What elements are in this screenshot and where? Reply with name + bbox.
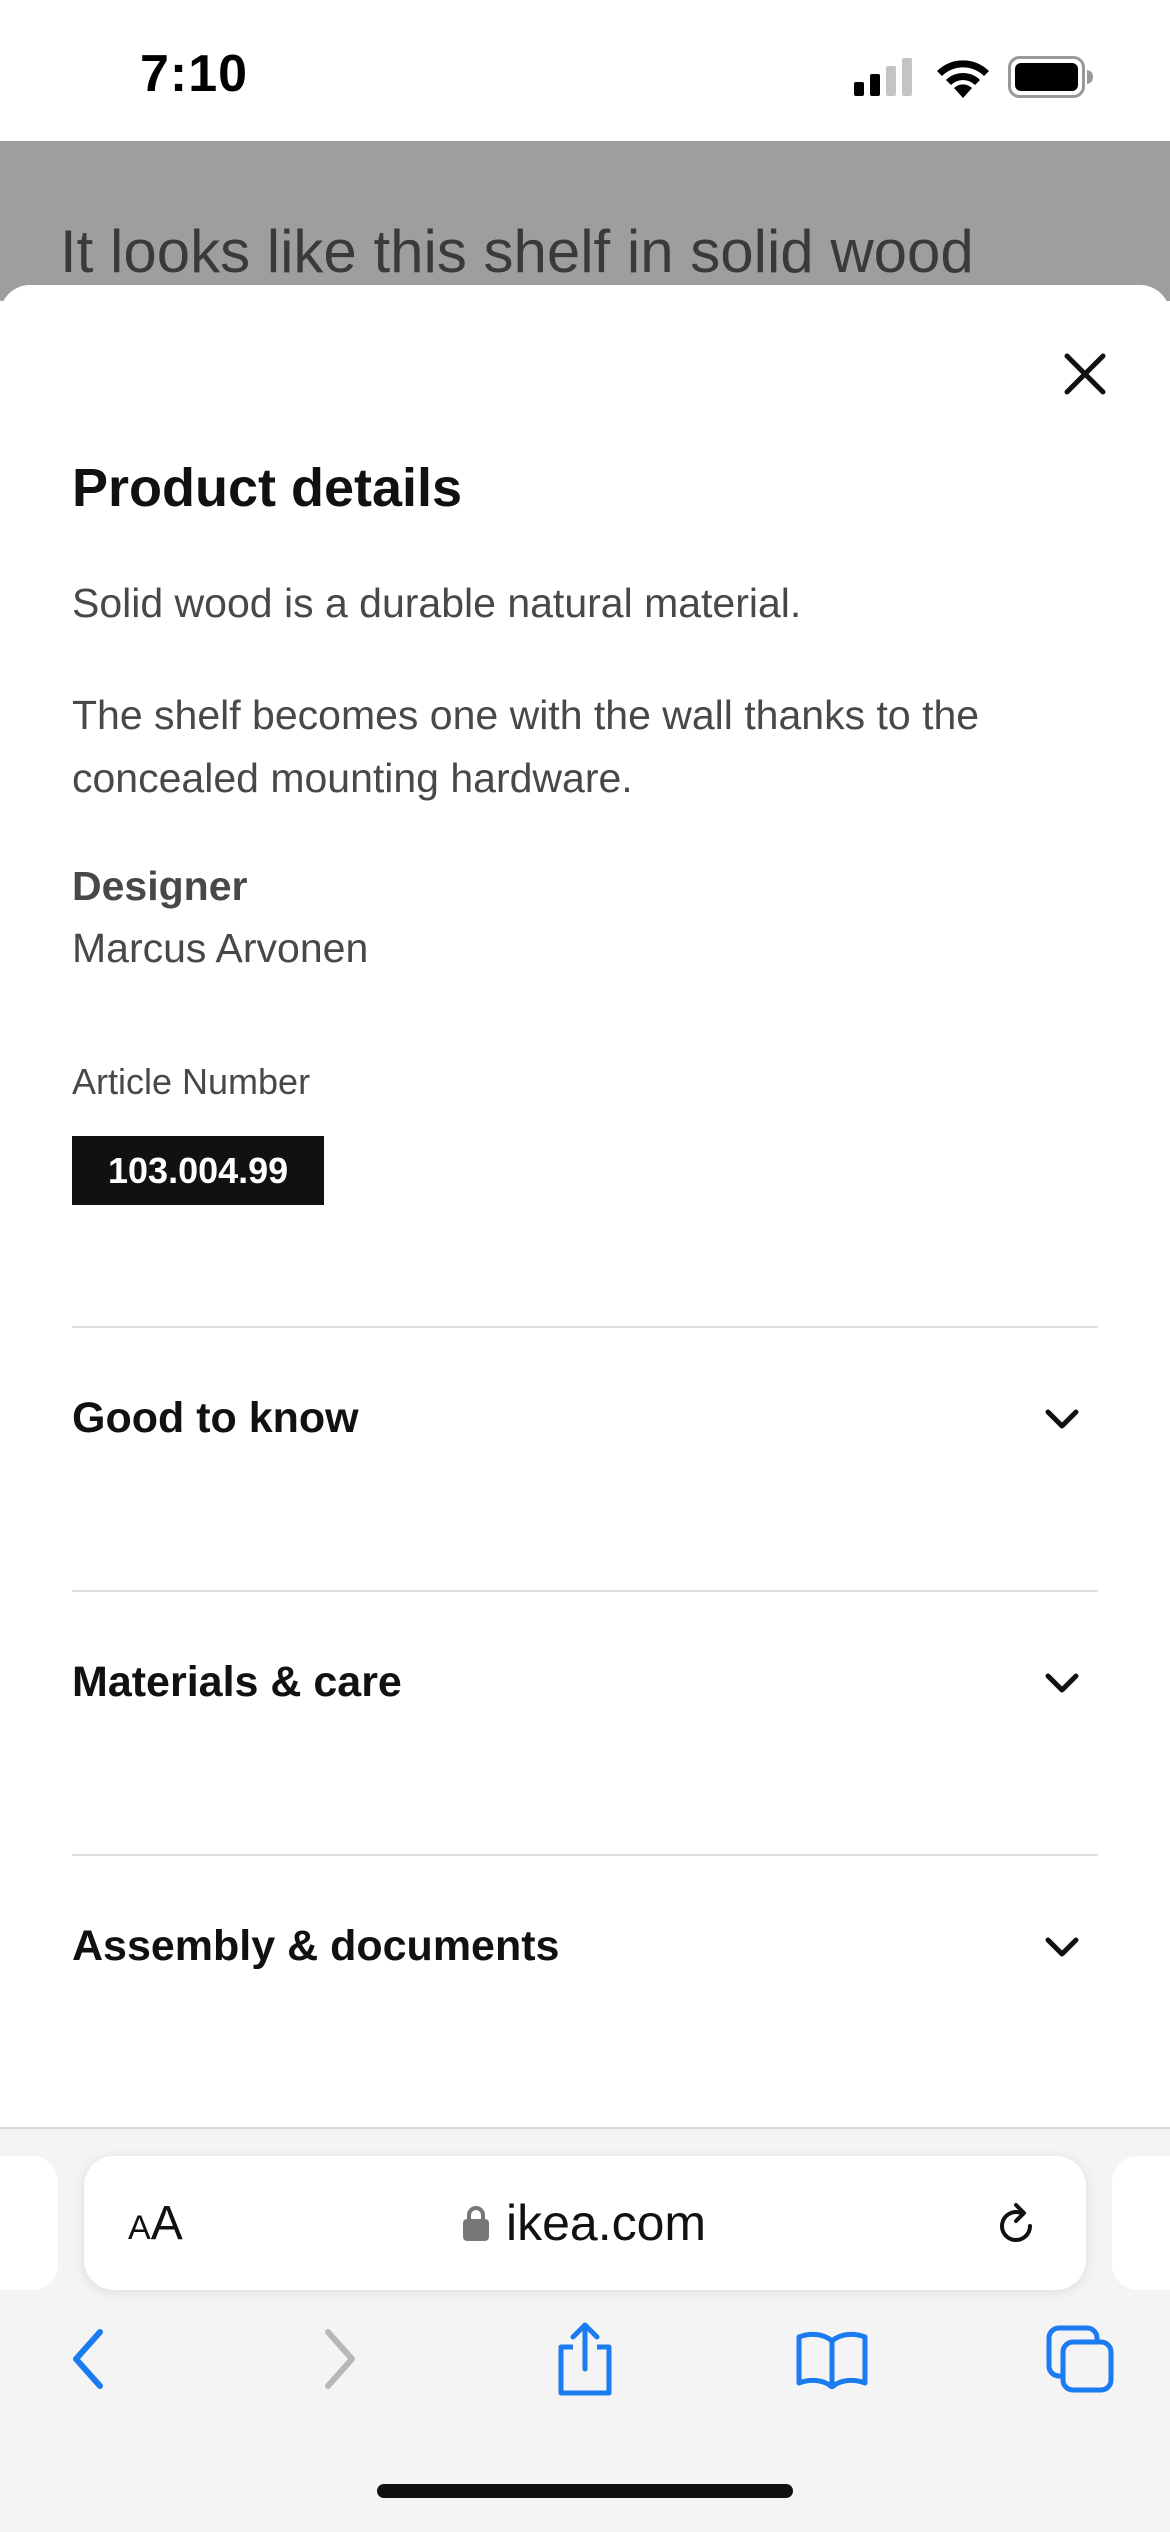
page-title: Product details	[72, 458, 463, 518]
chevron-down-icon	[1045, 1937, 1079, 1957]
chevron-down-icon	[1045, 1409, 1079, 1429]
accordion-materials-care[interactable]: Materials & care	[72, 1592, 1098, 1772]
home-indicator	[377, 2484, 793, 2498]
previous-tab-peek[interactable]	[0, 2156, 58, 2290]
text-size-small-a: A	[128, 2209, 151, 2247]
browser-toolbar: AA ikea.com	[0, 2127, 1170, 2532]
status-bar: 7:10	[0, 0, 1170, 141]
accordion-label: Materials & care	[72, 1657, 402, 1706]
accordion-good-to-know[interactable]: Good to know	[72, 1328, 1098, 1508]
text-size-button[interactable]: AA	[128, 2196, 183, 2251]
chevron-down-icon	[1045, 1673, 1079, 1693]
address-bar[interactable]: AA ikea.com	[84, 2156, 1086, 2290]
article-number-label: Article Number	[72, 1061, 311, 1102]
designer-heading: Designer	[72, 863, 248, 909]
description-paragraph: Solid wood is a durable natural material…	[72, 580, 802, 626]
close-icon	[1064, 353, 1106, 395]
text-size-large-a: A	[150, 2197, 183, 2250]
reload-icon[interactable]	[990, 2200, 1042, 2252]
forward-arrow-icon	[325, 2329, 355, 2389]
cellular-signal-icon	[854, 58, 912, 96]
accordion-label: Assembly & documents	[72, 1921, 560, 1970]
status-time: 7:10	[140, 45, 249, 103]
bookmarks-button[interactable]	[792, 2319, 872, 2399]
url-display[interactable]: ikea.com	[462, 2194, 706, 2252]
lock-icon	[463, 2206, 489, 2241]
battery-icon	[1008, 56, 1093, 98]
background-page: It looks like this shelf in solid wood	[0, 141, 1170, 301]
share-icon	[558, 2322, 612, 2396]
url-text: ikea.com	[506, 2195, 707, 2251]
designer-name: Marcus Arvonen	[72, 925, 369, 971]
article-number-badge: 103.004.99	[72, 1136, 325, 1205]
close-button[interactable]	[1052, 341, 1118, 407]
share-button[interactable]	[545, 2319, 625, 2399]
tabs-button[interactable]	[1040, 2319, 1120, 2399]
forward-button[interactable]	[300, 2319, 380, 2399]
next-tab-peek[interactable]	[1112, 2156, 1170, 2290]
wifi-icon	[937, 60, 989, 98]
back-button[interactable]	[48, 2319, 128, 2399]
product-details-sheet: Product details Solid wood is a durable …	[0, 285, 1170, 2130]
accordion-assembly-documents[interactable]: Assembly & documents	[72, 1856, 1098, 2036]
background-page-heading: It looks like this shelf in solid wood	[60, 218, 974, 285]
description-paragraph: The shelf becomes one with the wall than…	[72, 692, 980, 801]
back-arrow-icon	[73, 2329, 103, 2389]
bookmarks-icon	[796, 2331, 868, 2389]
accordion-label: Good to know	[72, 1393, 359, 1442]
tabs-icon	[1046, 2325, 1114, 2393]
